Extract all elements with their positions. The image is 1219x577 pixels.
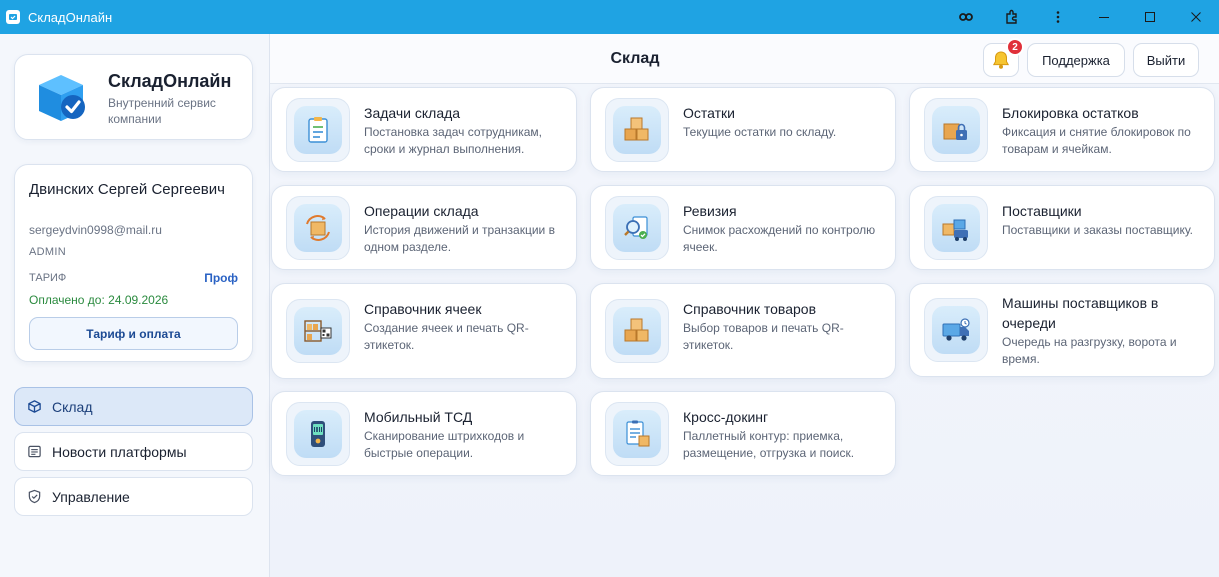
card-description: Выбор товаров и печать QR-этикеток.	[683, 321, 844, 352]
user-name: Двинских Сергей Сергеевич	[29, 181, 225, 198]
sidebar-item-warehouse[interactable]: Склад	[14, 387, 253, 426]
key-icon[interactable]	[943, 0, 989, 34]
close-icon[interactable]	[1173, 0, 1219, 34]
card-audit[interactable]: Ревизия Снимок расхождений по контролю я…	[590, 185, 896, 270]
suppliers-icon	[932, 204, 980, 252]
card-suppliers[interactable]: Поставщики Поставщики и заказы поставщик…	[909, 185, 1215, 270]
tariff-payment-button[interactable]: Тариф и оплата	[29, 317, 238, 350]
brand-subtitle: Внутренний сервис компании	[108, 96, 216, 126]
sidebar-item-label: Склад	[52, 398, 93, 415]
user-email: sergeydvin0998@mail.ru	[29, 223, 162, 237]
paid-until: Оплачено до: 24.09.2026	[29, 293, 169, 307]
audit-icon	[613, 204, 661, 252]
card-title: Справочник товаров	[683, 301, 816, 317]
card-description: Создание ячеек и печать QR-этикеток.	[364, 321, 529, 352]
support-button[interactable]: Поддержка	[1027, 43, 1125, 77]
tariff-value: Проф	[204, 271, 238, 285]
card-title: Поставщики	[1002, 203, 1082, 219]
crossdock-icon	[613, 410, 661, 458]
user-role: ADMIN	[29, 246, 66, 258]
window-title: СкладОнлайн	[28, 9, 113, 25]
logout-button[interactable]: Выйти	[1133, 43, 1199, 77]
card-title: Справочник ячеек	[364, 301, 482, 317]
card-stock[interactable]: Остатки Текущие остатки по складу.	[590, 87, 896, 172]
card-stock-lock[interactable]: Блокировка остатков Фиксация и снятие бл…	[909, 87, 1215, 172]
card-title: Мобильный ТСД	[364, 409, 473, 425]
page-header: Склад 2 Поддержка Выйти	[270, 34, 1219, 84]
sidebar-item-management[interactable]: Управление	[14, 477, 253, 516]
brand-card: СкладОнлайн Внутренний сервис компании	[14, 54, 253, 140]
card-products-directory[interactable]: Справочник товаров Выбор товаров и печат…	[590, 283, 896, 379]
card-description: Фиксация и снятие блокировок по товарам …	[1002, 125, 1191, 156]
card-warehouse-operations[interactable]: Операции склада История движений и транз…	[271, 185, 577, 270]
card-cells-directory[interactable]: Справочник ячеек Создание ячеек и печать…	[271, 283, 577, 379]
operations-icon	[294, 204, 342, 252]
card-supplier-trucks-queue[interactable]: Машины поставщиков в очереди Очередь на …	[909, 283, 1215, 377]
sidebar-item-label: Новости платформы	[52, 443, 187, 460]
card-description: История движений и транзакции в одном ра…	[364, 223, 555, 254]
card-title: Машины поставщиков в очереди	[1002, 295, 1159, 331]
extension-icon[interactable]	[989, 0, 1035, 34]
lock-box-icon	[932, 106, 980, 154]
boxes-icon	[613, 307, 661, 355]
card-description: Поставщики и заказы поставщику.	[1002, 223, 1193, 237]
window-titlebar: СкладОнлайн	[0, 0, 1219, 34]
tariff-label: ТАРИФ	[29, 272, 67, 284]
card-warehouse-tasks[interactable]: Задачи склада Постановка задач сотрудник…	[271, 87, 577, 172]
truck-icon	[932, 306, 980, 354]
shelf-qr-icon	[294, 307, 342, 355]
sidebar: СкладОнлайн Внутренний сервис компании Д…	[0, 34, 270, 577]
brand-name: СкладОнлайн	[108, 71, 232, 91]
page-title: Склад	[610, 50, 660, 67]
news-icon	[28, 445, 41, 458]
card-description: Текущие остатки по складу.	[683, 125, 837, 139]
card-mobile-tsd[interactable]: Мобильный ТСД Сканирование штрихкодов и …	[271, 391, 577, 476]
card-title: Остатки	[683, 105, 735, 121]
card-description: Снимок расхождений по контролю ячеек.	[683, 223, 876, 254]
card-title: Ревизия	[683, 203, 737, 219]
boxes-icon	[613, 106, 661, 154]
main-content: Склад 2 Поддержка Выйти Задачи склада По…	[270, 34, 1219, 577]
user-card: Двинских Сергей Сергеевич sergeydvin0998…	[14, 164, 253, 362]
minimize-icon[interactable]	[1081, 0, 1127, 34]
app-logo-icon	[6, 10, 20, 24]
notifications-badge: 2	[1006, 38, 1024, 56]
card-title: Кросс-докинг	[683, 409, 769, 425]
box-icon	[28, 400, 41, 413]
card-title: Блокировка остатков	[1002, 105, 1139, 121]
card-description: Паллетный контур: приемка, размещение, о…	[683, 429, 855, 460]
scanner-icon	[294, 410, 342, 458]
more-vertical-icon[interactable]	[1035, 0, 1081, 34]
clipboard-icon	[294, 106, 342, 154]
sidebar-item-label: Управление	[52, 488, 130, 505]
shield-icon	[28, 489, 41, 504]
card-description: Очередь на разгрузку, ворота и время.	[1002, 335, 1177, 366]
maximize-icon[interactable]	[1127, 0, 1173, 34]
card-description: Постановка задач сотрудникам, сроки и жу…	[364, 125, 542, 156]
brand-logo-icon	[27, 63, 95, 131]
card-title: Операции склада	[364, 203, 479, 219]
card-title: Задачи склада	[364, 105, 461, 121]
sidebar-item-news[interactable]: Новости платформы	[14, 432, 253, 471]
card-description: Сканирование штрихкодов и быстрые операц…	[364, 429, 525, 460]
card-cross-docking[interactable]: Кросс-докинг Паллетный контур: приемка, …	[590, 391, 896, 476]
